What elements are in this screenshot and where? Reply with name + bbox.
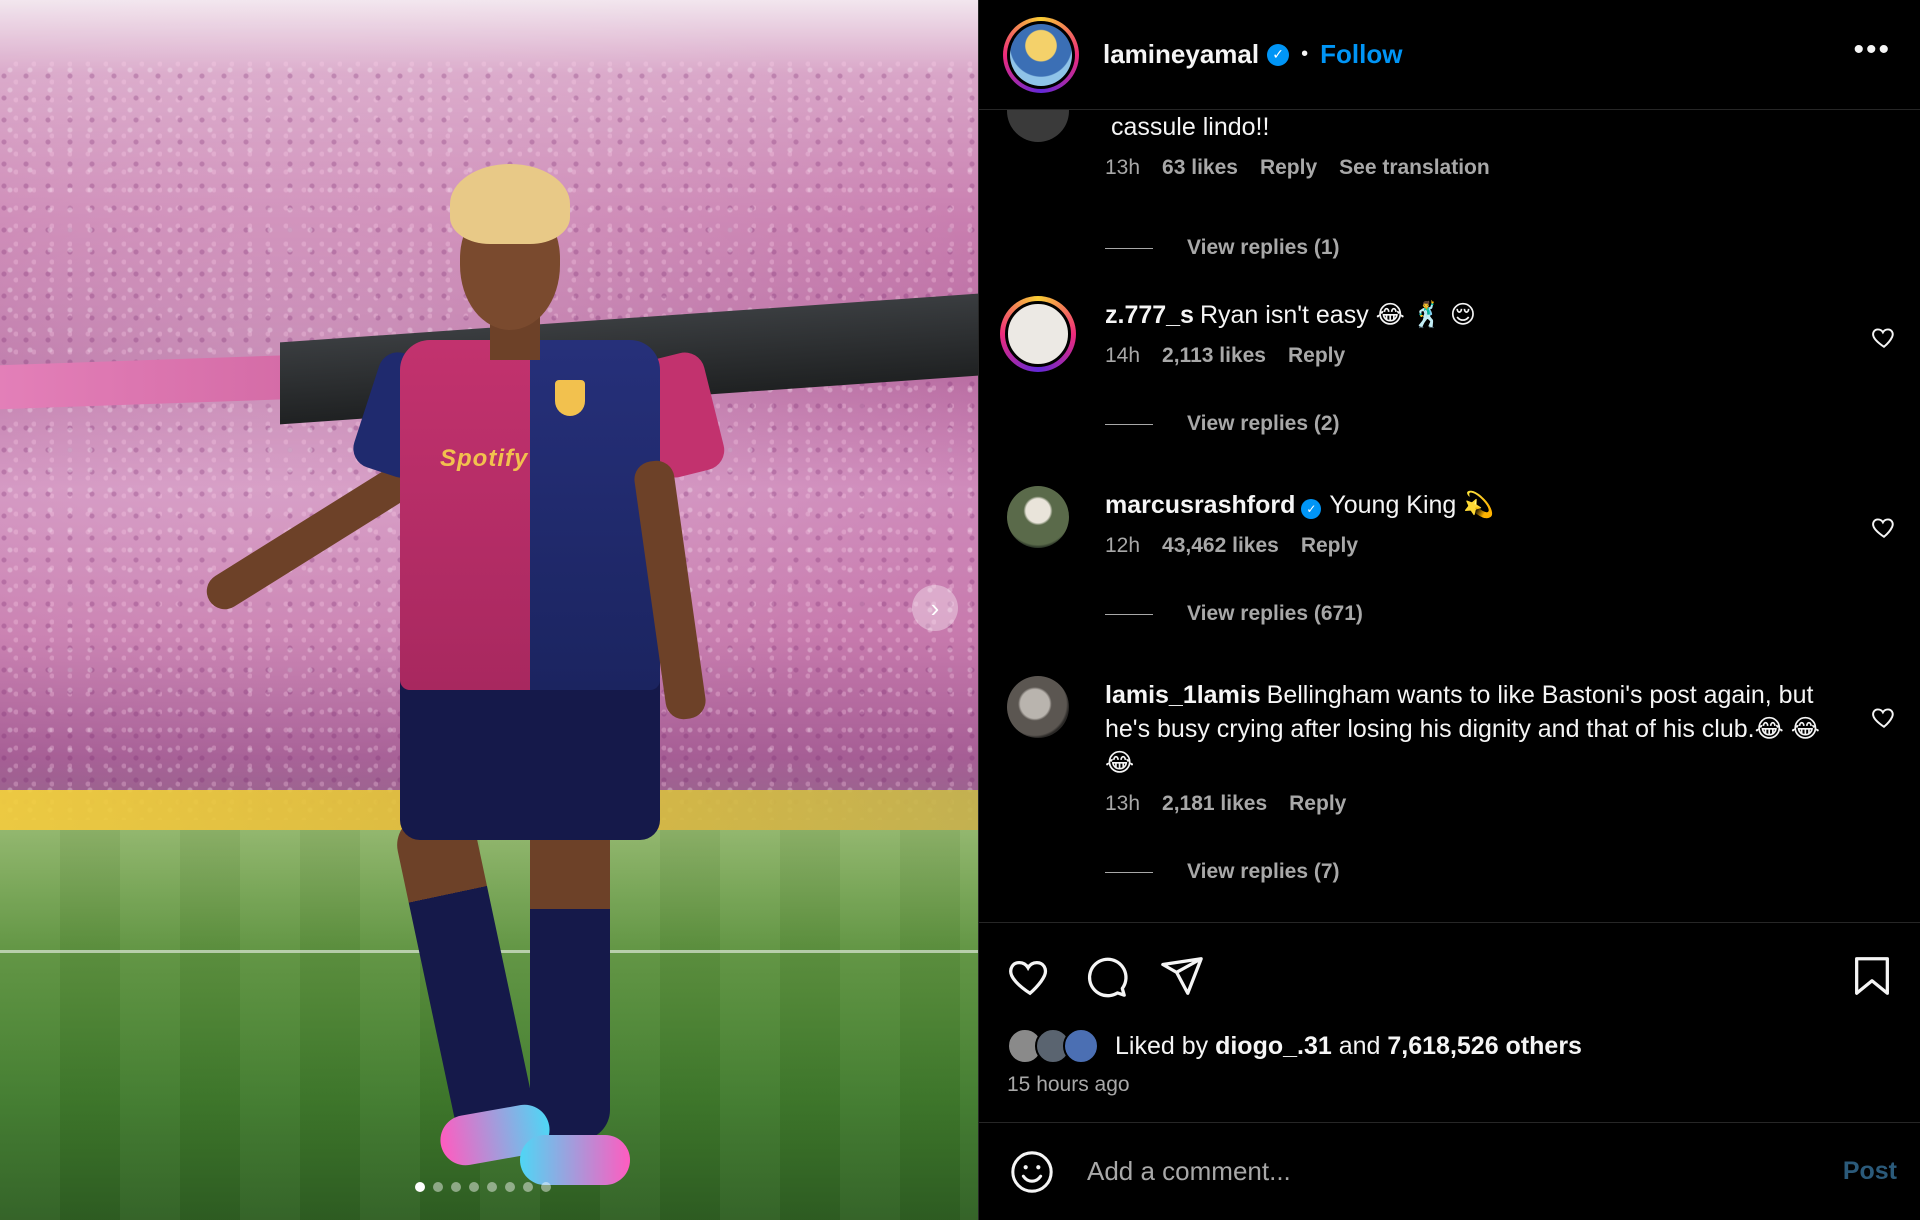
avatar[interactable]	[1007, 676, 1069, 738]
follow-button[interactable]: Follow	[1320, 39, 1402, 70]
comment-time[interactable]: 13h	[1105, 156, 1140, 180]
heart-icon[interactable]	[1871, 514, 1897, 540]
separator-dot: •	[1301, 43, 1309, 65]
comment-text: marcusrashford ✓ Young King 💫	[1105, 491, 1495, 519]
comment-likes[interactable]: 2,181 likes	[1162, 792, 1267, 816]
view-replies-button[interactable]: View replies (7)	[1105, 860, 1340, 884]
comment-meta: 12h 43,462 likes Reply	[1105, 534, 1845, 558]
player-leg	[530, 810, 610, 1140]
share-icon[interactable]	[1159, 953, 1205, 999]
comment-input[interactable]	[1087, 1156, 1843, 1187]
player-figure: Spotify	[160, 160, 729, 1200]
player-shorts	[400, 670, 660, 840]
heart-icon[interactable]	[1871, 704, 1897, 730]
comment-meta: 13h 63 likes Reply See translation	[1105, 156, 1845, 180]
comment-meta: 14h 2,113 likes Reply	[1105, 344, 1845, 368]
comment-likes[interactable]: 63 likes	[1162, 156, 1238, 180]
comment-text: lamis_1lamis Bellingham wants to like Bas…	[1105, 681, 1820, 777]
heart-icon[interactable]	[1007, 953, 1053, 999]
reply-button[interactable]: Reply	[1289, 792, 1346, 816]
jersey-sponsor: Spotify	[440, 445, 529, 472]
post-header: lamineyamal ✓ • Follow •••	[979, 0, 1920, 110]
post-viewer: Spotify › lamineyamal ✓ • Follow ••• cas…	[0, 0, 1920, 1220]
avatar	[1063, 1028, 1099, 1064]
view-replies-button[interactable]: View replies (2)	[1105, 412, 1340, 436]
comment-meta: 13h 2,181 likes Reply	[1105, 792, 1845, 816]
comment-time[interactable]: 12h	[1105, 534, 1140, 558]
post-author-username[interactable]: lamineyamal	[1103, 39, 1259, 70]
liker-avatars[interactable]	[1007, 1028, 1103, 1064]
comments-list[interactable]: cassule lindo!! 13h 63 likes Reply See t…	[979, 110, 1920, 922]
player-boot	[520, 1135, 630, 1185]
comment-username[interactable]: z.777_s	[1105, 301, 1194, 329]
likes-count[interactable]: 7,618,526 others	[1387, 1032, 1582, 1061]
comment-text: cassule lindo!!	[1111, 113, 1270, 141]
player-leg	[391, 805, 539, 1145]
carousel-dot[interactable]	[433, 1182, 443, 1192]
heart-icon[interactable]	[1871, 324, 1897, 350]
verified-badge-icon: ✓	[1267, 43, 1290, 66]
bookmark-icon[interactable]	[1849, 953, 1895, 999]
reply-button[interactable]: Reply	[1260, 156, 1317, 180]
chevron-right-icon[interactable]: ›	[912, 585, 958, 631]
carousel-dot[interactable]	[541, 1182, 551, 1192]
club-crest	[555, 380, 585, 416]
more-options-icon[interactable]: •••	[1853, 35, 1891, 65]
view-replies-button[interactable]: View replies (1)	[1105, 236, 1340, 260]
avatar[interactable]	[1000, 296, 1076, 372]
avatar-image	[1010, 23, 1072, 86]
post-button[interactable]: Post	[1843, 1157, 1897, 1186]
comment-likes[interactable]: 43,462 likes	[1162, 534, 1279, 558]
comment-username[interactable]: lamis_1lamis	[1105, 681, 1261, 709]
avatar[interactable]	[1007, 110, 1069, 142]
comment-likes[interactable]: 2,113 likes	[1162, 344, 1266, 368]
verified-badge-icon: ✓	[1301, 499, 1322, 519]
comment-username[interactable]: marcusrashford	[1105, 491, 1295, 519]
see-translation-button[interactable]: See translation	[1339, 156, 1490, 180]
post-image[interactable]: Spotify ›	[0, 0, 978, 1220]
carousel-dot[interactable]	[415, 1182, 425, 1192]
avatar[interactable]	[1007, 486, 1069, 548]
side-panel: lamineyamal ✓ • Follow ••• cassule lindo…	[978, 0, 1920, 1220]
carousel-dot[interactable]	[487, 1182, 497, 1192]
player-hair	[450, 164, 570, 244]
comment-time[interactable]: 13h	[1105, 792, 1140, 816]
carousel-dot[interactable]	[451, 1182, 461, 1192]
liker-username[interactable]: diogo_.31	[1215, 1032, 1332, 1061]
comment-time[interactable]: 14h	[1105, 344, 1140, 368]
avatar[interactable]	[1003, 16, 1079, 93]
player-shirt	[400, 340, 530, 690]
carousel-dot[interactable]	[523, 1182, 533, 1192]
reply-button[interactable]: Reply	[1288, 344, 1345, 368]
view-replies-button[interactable]: View replies (671)	[1105, 602, 1363, 626]
carousel-dots	[0, 1182, 972, 1192]
post-actions: Liked by diogo_.31 and 7,618,526 others …	[979, 922, 1920, 1122]
comment-icon[interactable]	[1083, 953, 1129, 999]
post-timestamp[interactable]: 15 hours ago	[1007, 1073, 1130, 1097]
carousel-dot[interactable]	[505, 1182, 515, 1192]
comment-text: z.777_s Ryan isn't easy 😂 🕺 😌	[1105, 301, 1476, 329]
emoji-icon[interactable]	[1009, 1149, 1055, 1195]
comment-composer: Post	[979, 1122, 1920, 1220]
carousel-dot[interactable]	[469, 1182, 479, 1192]
liked-by: Liked by diogo_.31 and 7,618,526 others	[1007, 1028, 1582, 1064]
reply-button[interactable]: Reply	[1301, 534, 1358, 558]
